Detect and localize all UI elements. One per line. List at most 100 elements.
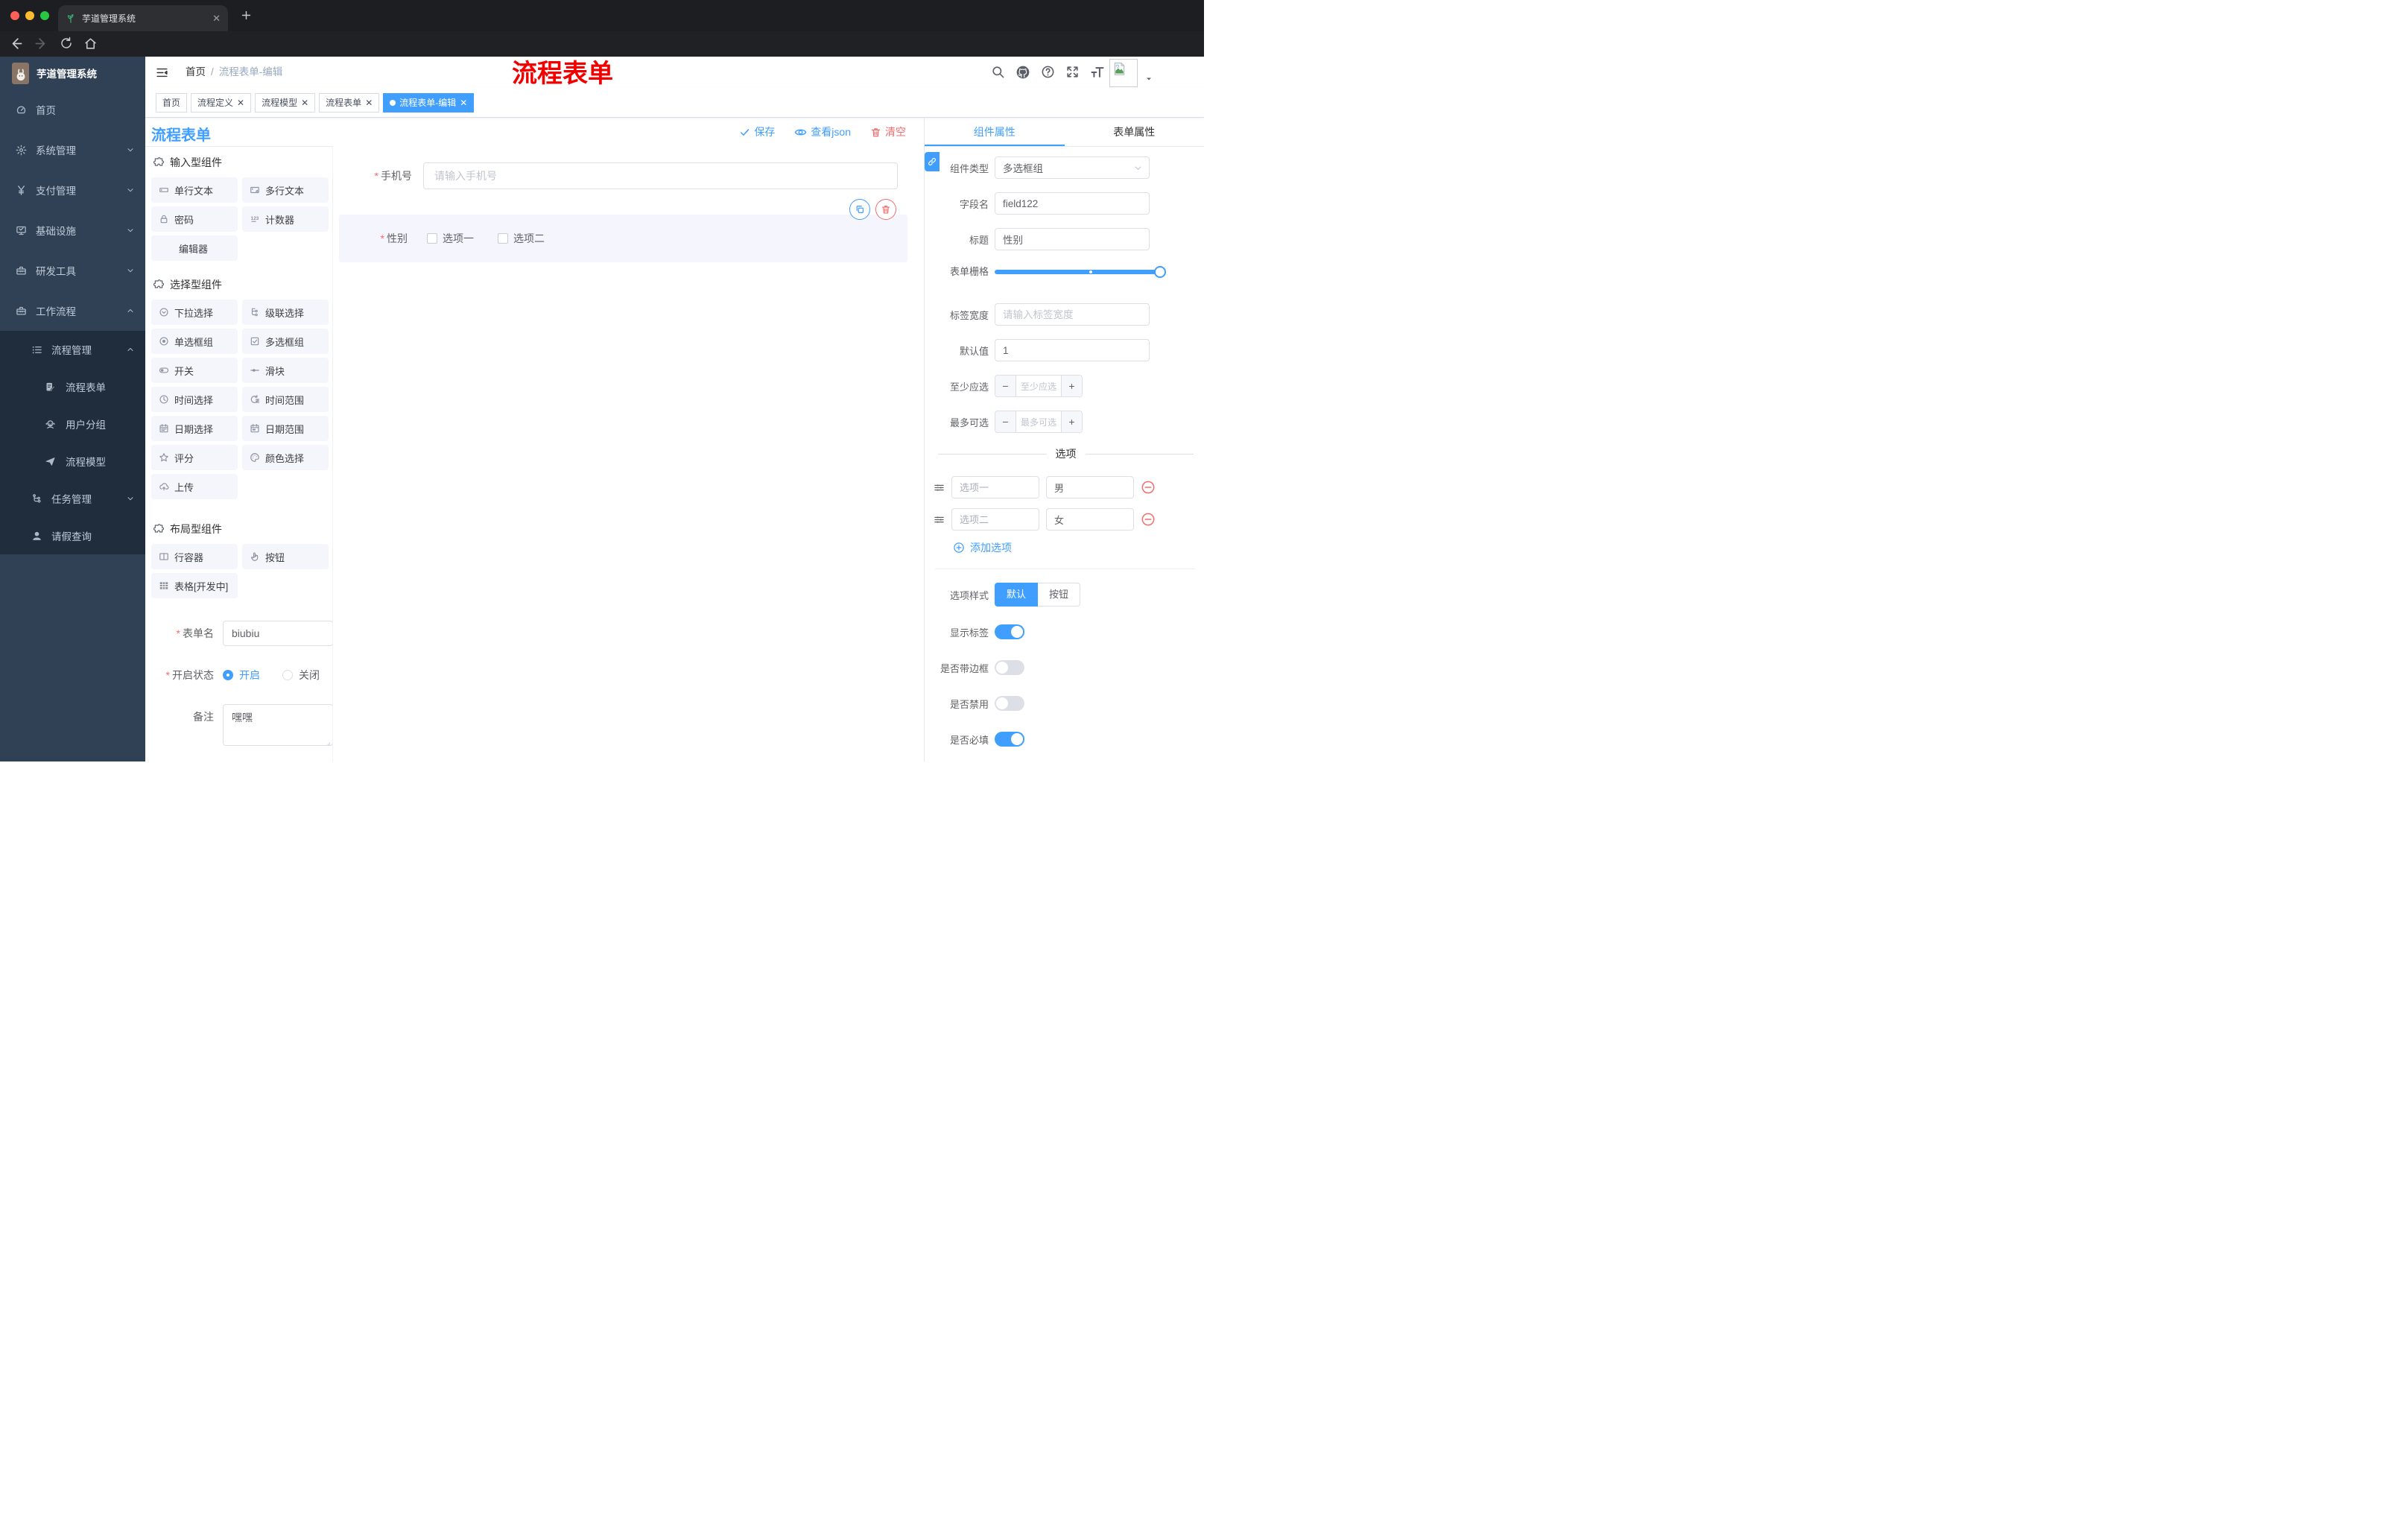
toggle-是否禁用[interactable] — [995, 696, 1024, 711]
toggle-是否必填[interactable] — [995, 732, 1024, 747]
tag-close-icon[interactable]: ✕ — [237, 98, 244, 107]
github-icon[interactable] — [1016, 65, 1030, 80]
checkbox-icon[interactable] — [498, 233, 508, 244]
checkbox-option-2[interactable]: 选项二 — [498, 231, 545, 246]
view-json-button[interactable]: 查看json — [794, 124, 851, 139]
tag-close-icon[interactable]: ✕ — [301, 98, 308, 107]
clear-button[interactable]: 清空 — [870, 124, 906, 139]
tag-流程表单-编辑[interactable]: 流程表单-编辑 ✕ — [383, 92, 475, 113]
tag-流程定义[interactable]: 流程定义 ✕ — [191, 92, 252, 113]
palette-item-日期选择[interactable]: 日期选择 — [151, 416, 238, 441]
palette-item-表格[开发中][interactable]: 表格[开发中] — [151, 573, 238, 598]
palette-item-开关[interactable]: 开关 — [151, 358, 238, 383]
sidebar-item-流程管理[interactable]: 流程管理 — [0, 331, 145, 368]
max-select-input[interactable]: 最多可选 — [1016, 411, 1062, 432]
palette-item-多选框组[interactable]: 多选框组 — [242, 329, 329, 354]
label-width-input[interactable] — [995, 303, 1150, 326]
decrease-button[interactable]: − — [995, 376, 1016, 396]
toggle-显示标签[interactable] — [995, 624, 1024, 639]
tag-流程表单[interactable]: 流程表单 ✕ — [319, 92, 380, 113]
palette-item-滑块[interactable]: 滑块 — [242, 358, 329, 383]
sidebar-item-工作流程[interactable]: 工作流程 — [0, 291, 145, 331]
drag-handle-icon[interactable] — [934, 482, 945, 493]
status-on-radio[interactable]: 开启 — [223, 662, 260, 688]
tab-close-icon[interactable]: ✕ — [212, 13, 221, 25]
increase-button[interactable]: + — [1062, 411, 1082, 432]
style-default-button[interactable]: 默认 — [995, 583, 1039, 607]
field-name-input[interactable] — [995, 192, 1150, 215]
default-value-input[interactable] — [995, 339, 1150, 361]
sidebar-logo[interactable]: 芋道管理系统 — [0, 57, 145, 89]
font-size-icon[interactable] — [1090, 65, 1105, 80]
sidebar-item-流程表单[interactable]: 流程表单 — [0, 368, 145, 405]
palette-item-颜色选择[interactable]: 颜色选择 — [242, 445, 329, 470]
palette-item-按钮[interactable]: 按钮 — [242, 544, 329, 569]
palette-item-级联选择[interactable]: 级联选择 — [242, 300, 329, 325]
copy-component-button[interactable] — [849, 199, 870, 220]
tag-close-icon[interactable]: ✕ — [365, 98, 373, 107]
sidebar-item-研发工具[interactable]: 研发工具 — [0, 250, 145, 291]
palette-item-密码[interactable]: 密码 — [151, 206, 238, 232]
palette-item-单行文本[interactable]: 单行文本 — [151, 177, 238, 203]
tag-首页[interactable]: 首页 — [156, 92, 188, 113]
sidebar-item-基础设施[interactable]: 基础设施 — [0, 210, 145, 250]
option-label-input[interactable] — [951, 476, 1039, 498]
sidebar-item-任务管理[interactable]: 任务管理 — [0, 480, 145, 517]
save-button[interactable]: 保存 — [739, 124, 775, 139]
breadcrumb-home[interactable]: 首页 — [186, 66, 206, 77]
search-icon[interactable] — [991, 65, 1005, 79]
mobile-input[interactable] — [423, 162, 898, 189]
palette-item-上传[interactable]: 上传 — [151, 474, 238, 499]
palette-item-编辑器[interactable]: 编辑器 — [151, 235, 238, 261]
remove-option-button[interactable] — [1141, 480, 1156, 495]
add-option-button[interactable]: 添加选项 — [953, 540, 1204, 555]
back-icon[interactable] — [9, 37, 23, 51]
traffic-light-close[interactable] — [10, 11, 19, 20]
status-off-radio[interactable]: 关闭 — [282, 662, 320, 688]
checkbox-option-1[interactable]: 选项一 — [427, 231, 474, 246]
palette-item-多行文本[interactable]: 多行文本 — [242, 177, 329, 203]
tag-流程模型[interactable]: 流程模型 ✕ — [255, 92, 316, 113]
palette-item-时间范围[interactable]: 时间范围 — [242, 387, 329, 412]
remove-option-button[interactable] — [1141, 512, 1156, 527]
browser-tab[interactable]: 芋道管理系统 ✕ — [58, 5, 228, 31]
help-icon[interactable] — [1041, 65, 1055, 79]
avatar[interactable] — [1109, 59, 1138, 87]
palette-item-时间选择[interactable]: 时间选择 — [151, 387, 238, 412]
toggle-是否带边框[interactable] — [995, 660, 1024, 675]
style-button-button[interactable]: 按钮 — [1038, 583, 1081, 607]
traffic-light-minimize[interactable] — [25, 11, 34, 20]
avatar-caret-icon[interactable] — [1144, 75, 1153, 83]
sidebar-item-流程模型[interactable]: 流程模型 — [0, 443, 145, 480]
sidebar-item-请假查询[interactable]: 请假查询 — [0, 517, 145, 554]
checkbox-icon[interactable] — [427, 233, 437, 244]
palette-item-评分[interactable]: 评分 — [151, 445, 238, 470]
drag-handle-icon[interactable] — [934, 514, 945, 525]
drawer-link-handle[interactable] — [925, 152, 940, 171]
title-input[interactable] — [995, 228, 1150, 250]
delete-component-button[interactable] — [875, 199, 896, 220]
min-select-input[interactable]: 至少应选 — [1016, 376, 1062, 396]
option-value-input[interactable] — [1046, 476, 1134, 498]
sidebar-collapse-icon[interactable] — [156, 66, 168, 79]
grid-slider[interactable] — [995, 265, 1166, 278]
home-icon[interactable] — [83, 37, 98, 51]
palette-item-日期范围[interactable]: 日期范围 — [242, 416, 329, 441]
sidebar-item-用户分组[interactable]: 用户分组 — [0, 405, 145, 443]
sidebar-item-系统管理[interactable]: 系统管理 — [0, 130, 145, 170]
option-label-input[interactable] — [951, 508, 1039, 531]
sidebar-item-首页[interactable]: 首页 — [0, 89, 145, 130]
palette-item-行容器[interactable]: 行容器 — [151, 544, 238, 569]
canvas-field-gender-selected[interactable]: * 性别 选项一 选项二 — [339, 199, 907, 262]
tag-close-icon[interactable]: ✕ — [460, 98, 467, 107]
traffic-light-zoom[interactable] — [40, 11, 49, 20]
palette-item-下拉选择[interactable]: 下拉选择 — [151, 300, 238, 325]
fullscreen-icon[interactable] — [1065, 65, 1080, 79]
slider-handle[interactable] — [1154, 265, 1166, 278]
palette-item-单选框组[interactable]: 单选框组 — [151, 329, 238, 354]
option-value-input[interactable] — [1046, 508, 1134, 531]
component-type-select[interactable]: 多选框组 — [995, 156, 1150, 179]
reload-icon[interactable] — [60, 37, 73, 50]
remark-textarea[interactable]: 嘿嘿 — [223, 704, 332, 746]
increase-button[interactable]: + — [1062, 376, 1082, 396]
